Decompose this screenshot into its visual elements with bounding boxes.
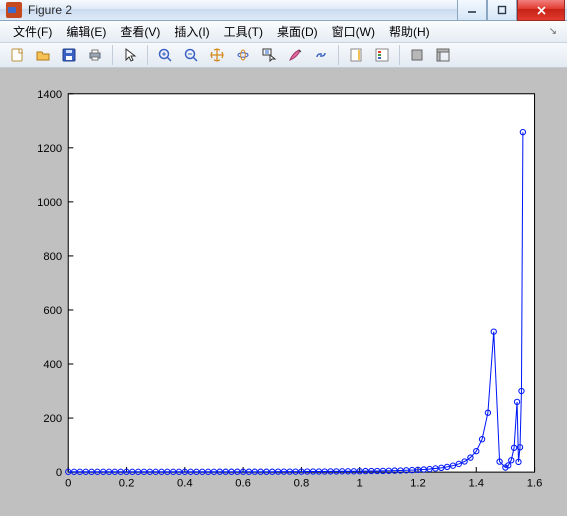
print-icon[interactable] — [83, 43, 107, 67]
svg-text:0: 0 — [56, 467, 62, 479]
minimize-button[interactable] — [457, 0, 487, 21]
window-controls — [457, 0, 565, 20]
colorbar-icon[interactable] — [344, 43, 368, 67]
toolbar — [0, 43, 567, 68]
svg-text:800: 800 — [43, 251, 62, 263]
menu-window[interactable]: 窗口(W) — [325, 21, 382, 42]
svg-text:0.8: 0.8 — [294, 477, 310, 489]
svg-text:1200: 1200 — [37, 143, 62, 155]
menu-insert[interactable]: 插入(I) — [167, 21, 216, 42]
svg-text:1.4: 1.4 — [468, 477, 484, 489]
new-figure-icon[interactable] — [5, 43, 29, 67]
pointer-icon[interactable] — [118, 43, 142, 67]
svg-text:600: 600 — [43, 305, 62, 317]
legend-icon[interactable] — [370, 43, 394, 67]
close-button[interactable] — [517, 0, 565, 21]
menu-help[interactable]: 帮助(H) — [382, 21, 437, 42]
svg-text:1: 1 — [357, 477, 363, 489]
open-icon[interactable] — [31, 43, 55, 67]
menu-desktop[interactable]: 桌面(D) — [270, 21, 325, 42]
menu-view[interactable]: 查看(V) — [113, 21, 167, 42]
pan-icon[interactable] — [205, 43, 229, 67]
svg-text:0.2: 0.2 — [119, 477, 135, 489]
menu-file[interactable]: 文件(F) — [6, 21, 59, 42]
svg-text:400: 400 — [43, 359, 62, 371]
svg-text:0.4: 0.4 — [177, 477, 193, 489]
toolbar-separator — [338, 45, 339, 65]
maximize-button[interactable] — [487, 0, 517, 21]
hide-plot-tools-icon[interactable] — [405, 43, 429, 67]
svg-text:1.2: 1.2 — [410, 477, 426, 489]
window-title: Figure 2 — [28, 3, 457, 17]
svg-text:1400: 1400 — [37, 89, 62, 101]
plot-canvas[interactable]: 0 0.2 0.4 0.6 0.8 1 1.2 1.4 1.6 0 200 400 600 800 1000… — [0, 68, 567, 516]
zoom-out-icon[interactable] — [179, 43, 203, 67]
rotate3d-icon[interactable] — [231, 43, 255, 67]
show-plot-tools-icon[interactable] — [431, 43, 455, 67]
titlebar[interactable]: Figure 2 — [0, 0, 567, 21]
svg-text:0.6: 0.6 — [235, 477, 251, 489]
menubar: 文件(F) 编辑(E) 查看(V) 插入(I) 工具(T) 桌面(D) 窗口(W… — [0, 21, 567, 43]
menu-tools[interactable]: 工具(T) — [217, 21, 270, 42]
svg-text:0: 0 — [65, 477, 71, 489]
toolbar-separator — [147, 45, 148, 65]
brush-icon[interactable] — [283, 43, 307, 67]
svg-text:200: 200 — [43, 413, 62, 425]
zoom-in-icon[interactable] — [153, 43, 177, 67]
toolbar-separator — [399, 45, 400, 65]
axes[interactable]: 0 0.2 0.4 0.6 0.8 1 1.2 1.4 1.6 0 200 400 600 800 1000… — [12, 80, 555, 502]
data-cursor-icon[interactable] — [257, 43, 281, 67]
svg-text:1.6: 1.6 — [527, 477, 543, 489]
svg-text:1000: 1000 — [37, 197, 62, 209]
menu-edit[interactable]: 编辑(E) — [59, 21, 113, 42]
figure-window: Figure 2 文件(F) 编辑(E) 查看(V) 插入(I) 工具(T) 桌… — [0, 0, 567, 502]
link-icon[interactable] — [309, 43, 333, 67]
save-icon[interactable] — [57, 43, 81, 67]
dock-figure-icon[interactable]: ↘ — [545, 26, 561, 37]
matlab-figure-icon — [6, 2, 22, 18]
toolbar-separator — [112, 45, 113, 65]
